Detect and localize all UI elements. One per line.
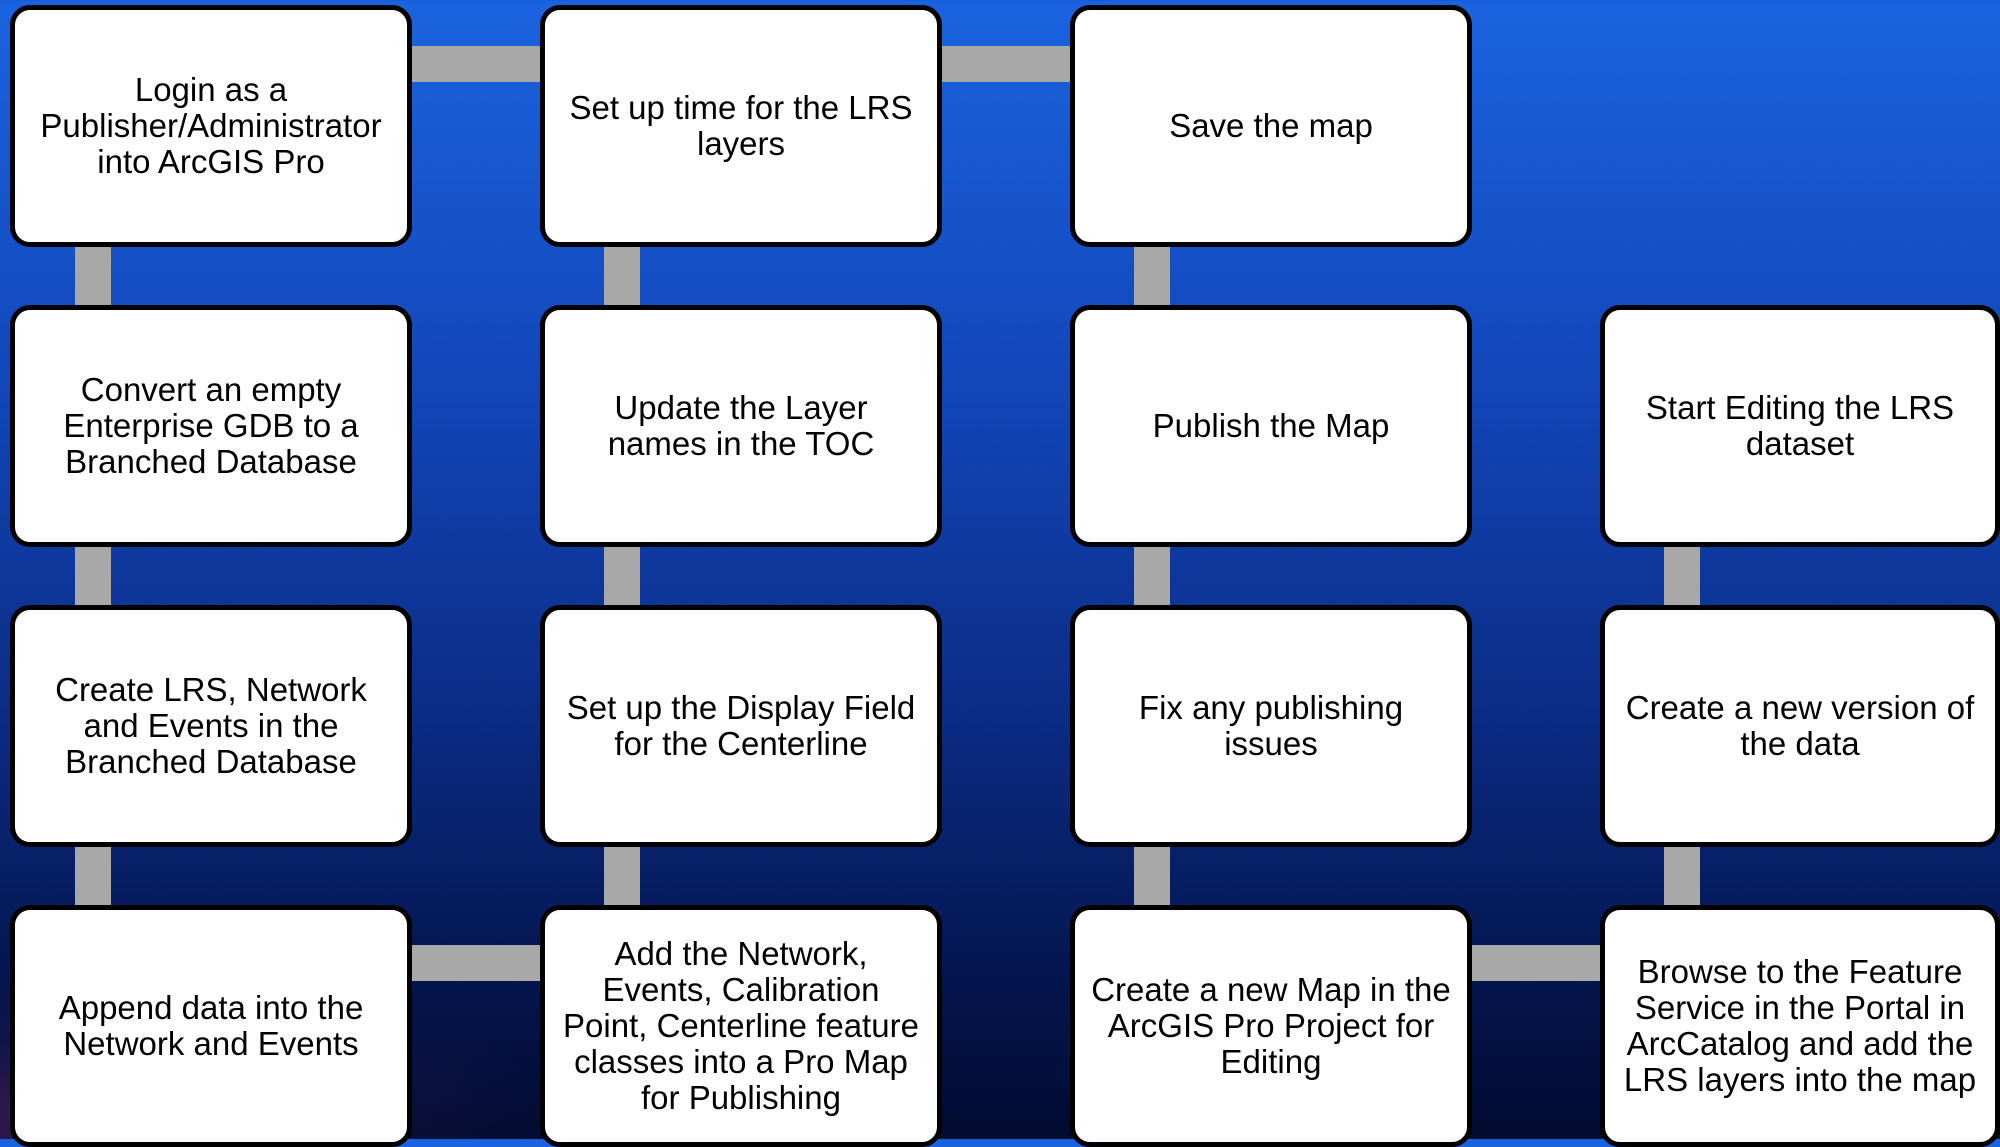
connector — [1134, 245, 1170, 307]
step-label: Login as a Publisher/Administrator into … — [40, 71, 382, 180]
step-label: Create a new version of the data — [1625, 689, 1975, 762]
connector — [1468, 945, 1605, 981]
step-fix-issues-box: Fix any publishing issues — [1070, 605, 1472, 847]
step-set-up-time-box: Set up time for the LRS layers — [540, 5, 942, 247]
step-label: Convert an empty Enterprise GDB to a Bra… — [63, 371, 359, 480]
connector — [604, 845, 640, 907]
step-label: Create LRS, Network and Events in the Br… — [55, 671, 367, 780]
step-label: Save the map — [1169, 107, 1373, 144]
connector — [75, 845, 111, 907]
connector — [75, 545, 111, 607]
step-append-data-box: Append data into the Network and Events — [10, 905, 412, 1147]
step-label: Set up the Display Field for the Centerl… — [566, 689, 916, 762]
connector — [1664, 845, 1700, 907]
step-label: Update the Layer names in the TOC — [607, 389, 875, 462]
step-create-lrs-box: Create LRS, Network and Events in the Br… — [10, 605, 412, 847]
step-label: Publish the Map — [1152, 407, 1390, 444]
step-label: Append data into the Network and Events — [58, 989, 364, 1062]
connector — [604, 245, 640, 307]
connector — [604, 545, 640, 607]
connector — [410, 945, 547, 981]
step-label: Start Editing the LRS dataset — [1645, 389, 1955, 462]
step-browse-feature-service-box: Browse to the Feature Service in the Por… — [1600, 905, 2000, 1147]
step-login-box: Login as a Publisher/Administrator into … — [10, 5, 412, 247]
step-label: Create a new Map in the ArcGIS Pro Proje… — [1091, 971, 1451, 1080]
step-label: Browse to the Feature Service in the Por… — [1623, 953, 1977, 1098]
step-update-layer-names-box: Update the Layer names in the TOC — [540, 305, 942, 547]
step-create-editing-map-box: Create a new Map in the ArcGIS Pro Proje… — [1070, 905, 1472, 1147]
step-label: Fix any publishing issues — [1138, 689, 1404, 762]
step-publish-map-box: Publish the Map — [1070, 305, 1472, 547]
connector — [1664, 545, 1700, 607]
step-start-editing-box: Start Editing the LRS dataset — [1600, 305, 2000, 547]
step-add-feature-classes-box: Add the Network, Events, Calibration Poi… — [540, 905, 942, 1147]
connector — [75, 245, 111, 307]
step-save-map-box: Save the map — [1070, 5, 1472, 247]
connector — [1134, 545, 1170, 607]
step-display-field-box: Set up the Display Field for the Centerl… — [540, 605, 942, 847]
step-label: Add the Network, Events, Calibration Poi… — [563, 935, 919, 1116]
step-convert-gdb-box: Convert an empty Enterprise GDB to a Bra… — [10, 305, 412, 547]
step-label: Set up time for the LRS layers — [569, 89, 913, 162]
step-create-version-box: Create a new version of the data — [1600, 605, 2000, 847]
connector — [1134, 845, 1170, 907]
